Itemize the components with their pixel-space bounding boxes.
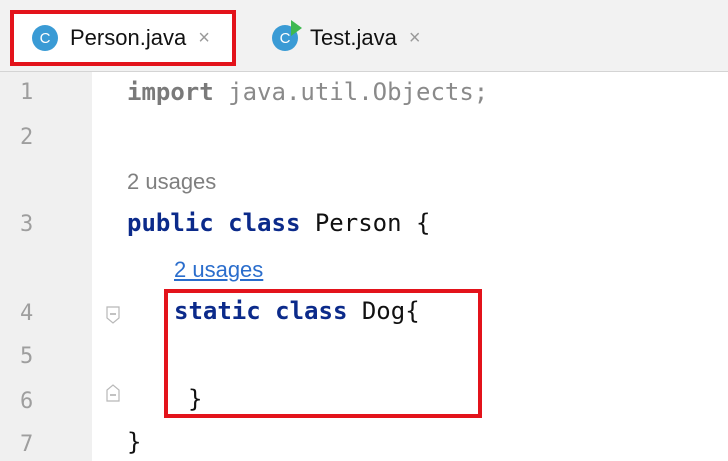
keyword-public: public bbox=[127, 209, 214, 237]
line-number: 7 bbox=[20, 432, 34, 457]
tab-label: Test.java bbox=[310, 25, 397, 50]
close-icon[interactable]: × bbox=[198, 27, 210, 50]
tab-test-java[interactable]: C Test.java × bbox=[252, 10, 432, 66]
class-name: Person { bbox=[300, 209, 431, 237]
highlight-box bbox=[164, 289, 482, 418]
code-line-import: import java.util.Objects; bbox=[127, 78, 488, 106]
line-number-gutter bbox=[0, 72, 92, 461]
run-badge-icon bbox=[291, 20, 302, 36]
editor-tab-bar: C Person.java × C Test.java × bbox=[0, 0, 728, 72]
close-icon[interactable]: × bbox=[409, 27, 421, 50]
import-path: java.util.Objects; bbox=[213, 78, 489, 106]
line-number: 4 bbox=[20, 301, 34, 326]
closing-brace: } bbox=[127, 428, 142, 456]
code-line-outer-close-brace: } bbox=[127, 428, 141, 456]
line-number: 3 bbox=[20, 212, 34, 237]
class-icon: C bbox=[32, 25, 58, 51]
line-number: 6 bbox=[20, 389, 34, 414]
class-icon-letter: C bbox=[279, 29, 291, 47]
line-number: 5 bbox=[20, 344, 34, 369]
code-line-class-declaration: public class Person { bbox=[127, 209, 430, 237]
fold-end-icon[interactable] bbox=[106, 384, 120, 402]
code-editor[interactable]: 1 2 3 4 5 6 7 import java.util.Objects; … bbox=[0, 72, 728, 461]
usages-hint: 2 usages bbox=[127, 169, 217, 194]
keyword-class: class bbox=[228, 209, 301, 237]
tab-person-java[interactable]: C Person.java × bbox=[10, 10, 236, 66]
usages-link[interactable]: 2 usages bbox=[174, 257, 263, 283]
fold-collapse-icon[interactable] bbox=[106, 306, 120, 324]
keyword-import: import bbox=[127, 78, 214, 106]
line-number: 1 bbox=[20, 80, 34, 105]
tab-label: Person.java bbox=[70, 25, 187, 50]
runnable-class-icon: C bbox=[272, 20, 302, 51]
class-icon-letter: C bbox=[39, 29, 51, 47]
line-number: 2 bbox=[20, 125, 34, 150]
